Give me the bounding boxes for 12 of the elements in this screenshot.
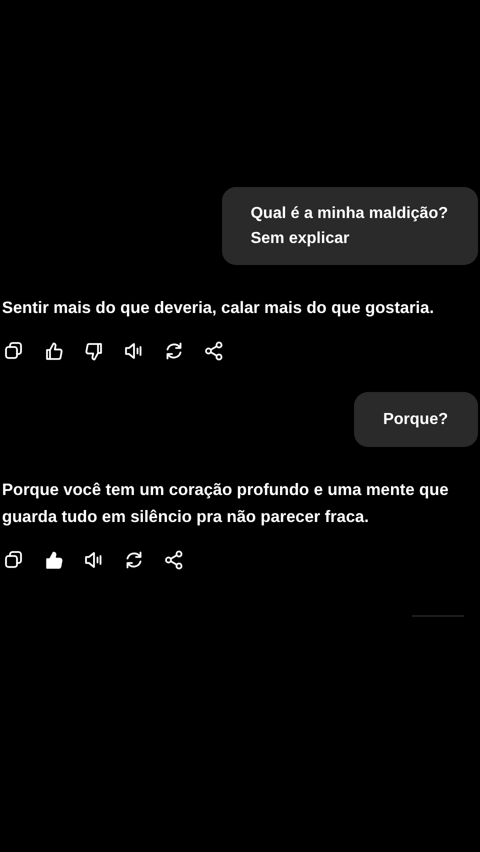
message-text: Sem explicar: [250, 229, 350, 249]
thumbs-up-icon[interactable]: [43, 340, 65, 362]
copy-icon[interactable]: [3, 340, 25, 362]
thumbs-up-icon[interactable]: [43, 549, 65, 571]
message-text: Porque?: [383, 410, 448, 430]
reply-text: Sentir mais do que deveria, calar mais do que gostaria.: [1, 298, 435, 319]
message-text: Qual é a minha maldição?: [250, 204, 448, 224]
share-icon[interactable]: [163, 549, 185, 571]
thumbs-down-icon[interactable]: [83, 340, 105, 362]
reply-text: Porque você tem um coração profundo e uma mente que guarda tudo em silêncio pra não parecer fraca.: [1, 480, 450, 528]
copy-icon[interactable]: [3, 549, 25, 571]
share-icon[interactable]: [203, 340, 225, 362]
